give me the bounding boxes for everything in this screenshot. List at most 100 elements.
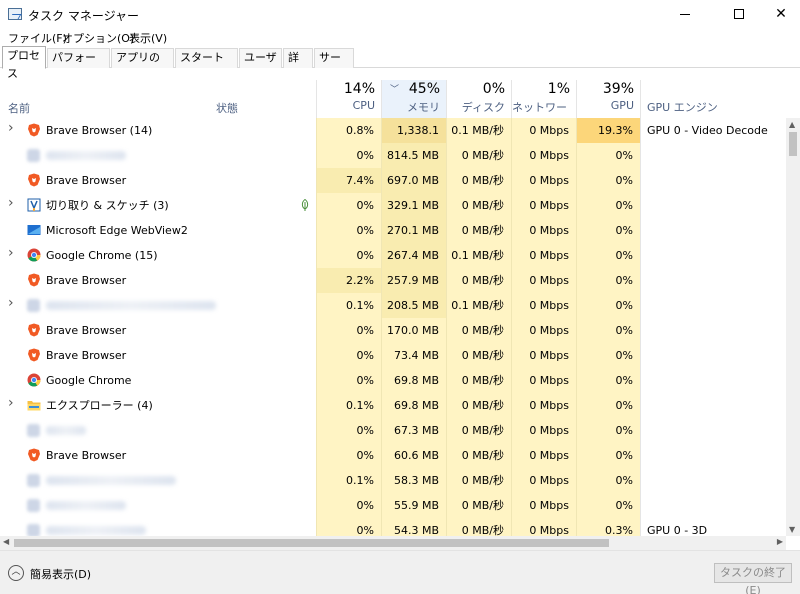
table-row[interactable]: 0.1% 58.3 MB 0 MB/秒 0 Mbps 0%: [0, 468, 786, 493]
scroll-left-icon[interactable]: ◀: [3, 537, 9, 546]
header-memory-label: メモリ: [407, 101, 440, 114]
end-task-button[interactable]: タスクの終了(E): [714, 563, 792, 594]
table-row[interactable]: 0% 67.3 MB 0 MB/秒 0 Mbps 0%: [0, 418, 786, 443]
expand-chevron-icon[interactable]: ›: [8, 395, 14, 411]
network-cell: 0 Mbps: [511, 368, 576, 393]
memory-cell: 208.5 MB: [381, 293, 446, 318]
scroll-down-icon[interactable]: ▼: [789, 525, 795, 534]
vertical-scrollbar[interactable]: ▲ ▼: [786, 118, 800, 536]
header-disk[interactable]: 0% ディスク: [446, 80, 511, 118]
gpu-cell: 0%: [576, 393, 640, 418]
snip-sketch-icon: [27, 198, 41, 212]
header-cpu-label: CPU: [352, 99, 375, 112]
expand-chevron-icon[interactable]: ›: [8, 120, 14, 136]
table-row[interactable]: Google Chrome 0% 69.8 MB 0 MB/秒 0 Mbps 0%: [0, 368, 786, 393]
tab-performance[interactable]: パフォーマンス: [47, 48, 110, 82]
header-memory[interactable]: ﹀ 45% メモリ: [381, 80, 446, 118]
minimize-button[interactable]: [662, 0, 708, 28]
gpu-engine-cell: GPU 0 - 3D: [640, 518, 786, 536]
network-cell: 0 Mbps: [511, 343, 576, 368]
network-cell: 0 Mbps: [511, 118, 576, 143]
table-row[interactable]: › 0.1% 208.5 MB 0.1 MB/秒 0 Mbps 0%: [0, 293, 786, 318]
disk-cell: 0 MB/秒: [446, 418, 511, 443]
scroll-up-icon[interactable]: ▲: [789, 120, 795, 129]
process-name: Brave Browser: [46, 324, 127, 337]
disk-cell: 0.1 MB/秒: [446, 293, 511, 318]
blurred-app-icon: [27, 524, 40, 536]
header-gpu-pct: 39%: [602, 81, 634, 97]
tab-services[interactable]: サービス: [314, 48, 354, 82]
close-button[interactable]: ✕: [758, 0, 800, 28]
table-row[interactable]: 0% 55.9 MB 0 MB/秒 0 Mbps 0%: [0, 493, 786, 518]
menu-view[interactable]: 表示(V): [129, 30, 167, 46]
cpu-cell: 0%: [316, 443, 381, 468]
table-row[interactable]: 0% 54.3 MB 0 MB/秒 0 Mbps 0.3% GPU 0 - 3D: [0, 518, 786, 536]
edge-webview-icon: [27, 223, 41, 237]
network-cell: 0 Mbps: [511, 293, 576, 318]
blurred-app-icon: [27, 474, 40, 487]
cpu-cell: 0%: [316, 218, 381, 243]
table-row[interactable]: Brave Browser 0% 170.0 MB 0 MB/秒 0 Mbps 0%: [0, 318, 786, 343]
fewer-details-link[interactable]: 簡易表示(D): [30, 566, 91, 582]
header-gpu[interactable]: 39% GPU: [576, 80, 640, 118]
gpu-cell: 0%: [576, 318, 640, 343]
chrome-icon: [27, 248, 41, 262]
menu-options[interactable]: オプション(O): [62, 30, 134, 46]
gpu-cell: 0%: [576, 218, 640, 243]
brave-icon: [27, 173, 41, 187]
gpu-engine-cell: [640, 493, 786, 518]
tab-startup[interactable]: スタートアップ: [175, 48, 238, 82]
table-row[interactable]: Brave Browser 7.4% 697.0 MB 0 MB/秒 0 Mbps 0%: [0, 168, 786, 193]
table-row[interactable]: Microsoft Edge WebView2 0% 270.1 MB 0 MB/秒 0…: [0, 218, 786, 243]
maximize-button[interactable]: [716, 0, 762, 28]
table-row[interactable]: › Brave Browser (14) 0.8%1,338.1 MB0.1 MB/…: [0, 118, 786, 162]
scroll-right-icon[interactable]: ▶: [777, 537, 783, 546]
expand-chevron-icon[interactable]: ›: [8, 195, 14, 211]
memory-cell: 55.9 MB: [381, 493, 446, 518]
gpu-cell: 0%: [576, 268, 640, 293]
network-cell: 0 Mbps: [511, 193, 576, 218]
header-cpu[interactable]: 14% CPU: [316, 80, 381, 118]
memory-cell: 697.0 MB: [381, 168, 446, 193]
horizontal-scrollbar[interactable]: ◀ ▶: [0, 536, 786, 550]
table-row[interactable]: › エクスプローラー (4) 0.1% 69.8 MB 0 MB/秒 0 Mbps 0%: [0, 393, 786, 418]
chevron-up-icon[interactable]: ︿: [8, 565, 24, 581]
sort-down-icon: ﹀: [390, 85, 400, 95]
menu-file[interactable]: ファイル(F): [8, 30, 67, 46]
vertical-scroll-thumb[interactable]: [789, 132, 797, 156]
table-row[interactable]: Brave Browser 0% 60.6 MB 0 MB/秒 0 Mbps 0%: [0, 443, 786, 468]
table-row[interactable]: Brave Browser 0% 73.4 MB 0 MB/秒 0 Mbps 0%: [0, 343, 786, 368]
blurred-process-name: [46, 501, 126, 510]
cpu-cell: 0.8%: [316, 118, 381, 143]
memory-cell: 814.5 MB: [381, 143, 446, 168]
process-name: Brave Browser (14): [46, 124, 153, 137]
header-status[interactable]: 状態: [216, 100, 238, 116]
tab-details[interactable]: 詳細: [283, 48, 313, 82]
network-cell: 0 Mbps: [511, 393, 576, 418]
header-network[interactable]: 1% ネットワーク: [511, 80, 576, 130]
gpu-cell: 0%: [576, 368, 640, 393]
header-name[interactable]: 名前: [8, 100, 30, 116]
gpu-cell: 0%: [576, 493, 640, 518]
disk-cell: 0.1 MB/秒: [446, 118, 511, 143]
memory-cell: 60.6 MB: [381, 443, 446, 468]
table-row[interactable]: › Google Chrome (15) 0% 267.4 MB 0.1 MB/秒 0 M…: [0, 243, 786, 268]
tab-users[interactable]: ユーザー: [239, 48, 282, 82]
tab-processes[interactable]: プロセス: [2, 46, 46, 80]
gpu-engine-cell: [640, 268, 786, 293]
header-disk-label: ディスク: [461, 101, 505, 114]
tab-app-history[interactable]: アプリの履歴: [111, 48, 174, 82]
expand-chevron-icon[interactable]: ›: [8, 245, 14, 261]
horizontal-scroll-thumb[interactable]: [14, 539, 609, 547]
table-row[interactable]: 0% 814.5 MB 0 MB/秒 0 Mbps 0%: [0, 143, 786, 168]
process-name: Brave Browser: [46, 349, 127, 362]
header-gpu-engine[interactable]: GPU エンジン: [640, 80, 786, 118]
process-name: Brave Browser: [46, 449, 127, 462]
cpu-cell: 7.4%: [316, 168, 381, 193]
table-row[interactable]: Brave Browser 2.2% 257.9 MB 0 MB/秒 0 Mbps 0%: [0, 268, 786, 293]
table-row[interactable]: › 切り取り & スケッチ (3) 0% 329.1 MB 0 MB/秒 0 Mbps 0%: [0, 193, 786, 218]
disk-cell: 0 MB/秒: [446, 218, 511, 243]
gpu-cell: 0%: [576, 168, 640, 193]
disk-cell: 0 MB/秒: [446, 343, 511, 368]
expand-chevron-icon[interactable]: ›: [8, 295, 14, 311]
